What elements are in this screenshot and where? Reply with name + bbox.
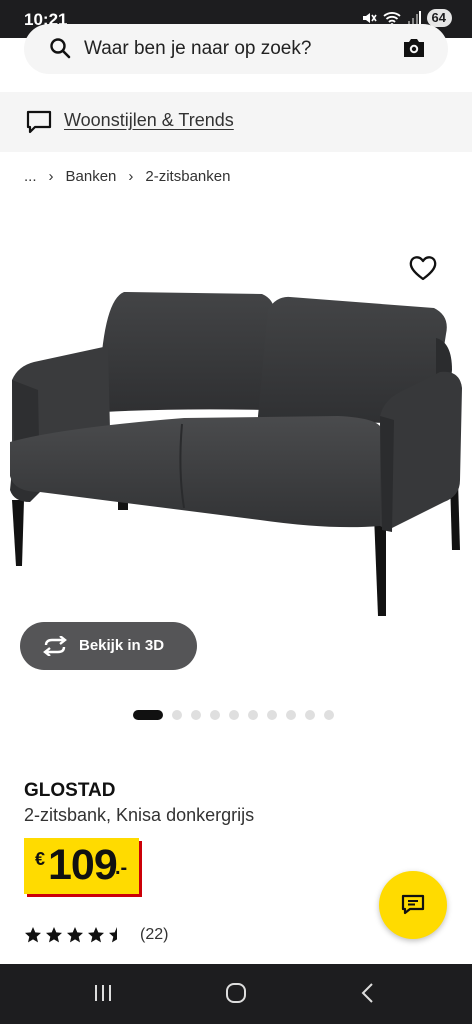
breadcrumb-separator-icon: › bbox=[48, 168, 54, 185]
star-icon bbox=[67, 927, 83, 943]
chat-fab-button[interactable] bbox=[379, 871, 447, 939]
carousel-indicator[interactable] bbox=[133, 710, 334, 720]
styles-trends-bar[interactable]: Woonstijlen & Trends bbox=[0, 92, 472, 152]
price-tag: € 109 .- bbox=[24, 838, 139, 894]
breadcrumb-item-2-zitsbanken[interactable]: 2-zitsbanken bbox=[145, 168, 230, 185]
styles-trends-link[interactable]: Woonstijlen & Trends bbox=[64, 110, 234, 131]
star-icon bbox=[109, 927, 117, 943]
search-input[interactable]: Waar ben je naar op zoek? bbox=[24, 24, 448, 74]
breadcrumb-separator-icon: › bbox=[128, 168, 134, 185]
carousel-dot[interactable] bbox=[248, 710, 258, 720]
rating-stars bbox=[24, 926, 126, 944]
star-icon bbox=[88, 927, 104, 943]
carousel-dot[interactable] bbox=[191, 710, 201, 720]
price-decimal: .- bbox=[115, 857, 128, 879]
carousel-dot[interactable] bbox=[229, 710, 239, 720]
carousel-dot[interactable] bbox=[172, 710, 182, 720]
product-rating[interactable]: (22) bbox=[24, 926, 168, 944]
search-icon[interactable] bbox=[48, 36, 72, 60]
breadcrumb: ... › Banken › 2-zitsbanken bbox=[24, 168, 230, 185]
carousel-dot[interactable] bbox=[267, 710, 277, 720]
heart-icon[interactable] bbox=[408, 254, 438, 282]
product-description: 2-zitsbank, Knisa donkergrijs bbox=[24, 805, 255, 825]
star-icon bbox=[46, 927, 62, 943]
product-image[interactable] bbox=[0, 230, 472, 630]
star-icon bbox=[25, 927, 41, 943]
breadcrumb-ellipsis[interactable]: ... bbox=[24, 168, 37, 185]
search-bar: Waar ben je naar op zoek? bbox=[0, 24, 472, 92]
system-nav-bar bbox=[0, 964, 472, 1024]
breadcrumb-item-banken[interactable]: Banken bbox=[66, 168, 117, 185]
recent-apps-icon[interactable] bbox=[93, 982, 113, 1004]
home-icon[interactable] bbox=[224, 982, 248, 1004]
carousel-dot[interactable] bbox=[286, 710, 296, 720]
carousel-dot[interactable] bbox=[305, 710, 315, 720]
carousel-dot[interactable] bbox=[133, 710, 163, 720]
search-placeholder[interactable]: Waar ben je naar op zoek? bbox=[84, 38, 311, 60]
view-3d-label: Bekijk in 3D bbox=[79, 637, 165, 654]
back-icon[interactable] bbox=[358, 982, 378, 1004]
carousel-dot[interactable] bbox=[210, 710, 220, 720]
price-integer: 109 bbox=[48, 841, 118, 889]
price-currency: € bbox=[35, 849, 46, 869]
carousel-dot[interactable] bbox=[324, 710, 334, 720]
product-name[interactable]: GLOSTAD bbox=[24, 780, 115, 802]
chat-fab-icon bbox=[401, 894, 425, 915]
view-3d-button[interactable]: Bekijk in 3D bbox=[20, 622, 197, 670]
rating-count[interactable]: (22) bbox=[140, 926, 168, 944]
camera-icon[interactable] bbox=[402, 37, 426, 59]
rotate-3d-icon bbox=[43, 636, 67, 656]
chat-bubble-icon bbox=[26, 110, 52, 134]
